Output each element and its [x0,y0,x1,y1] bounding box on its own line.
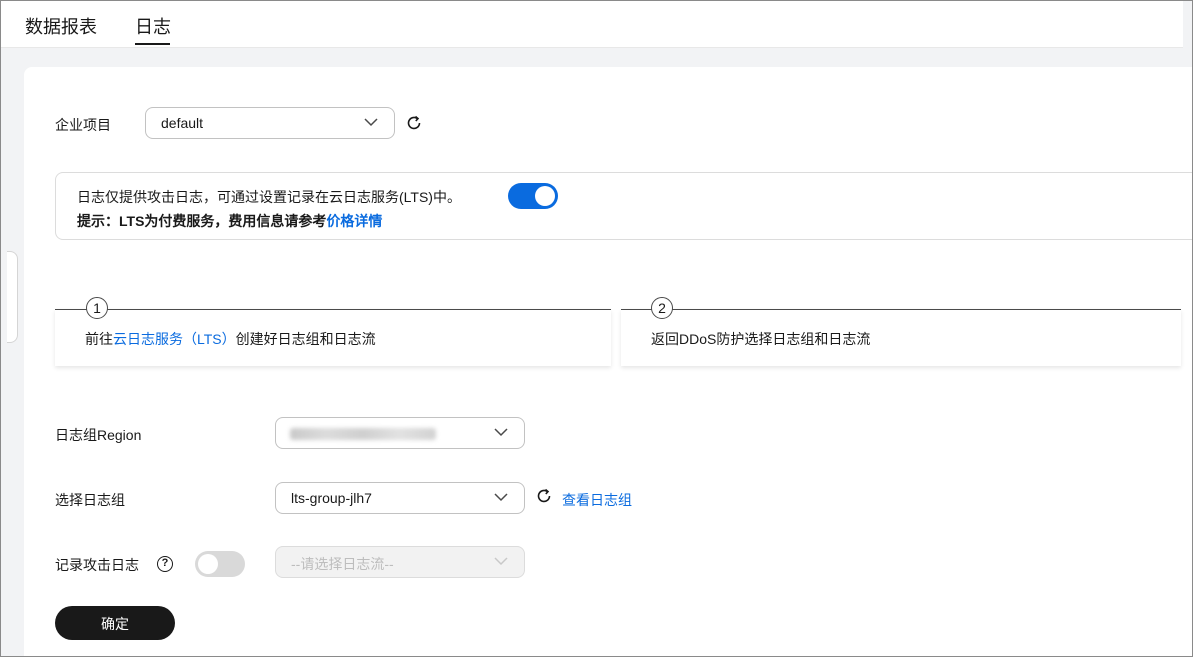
step-1-suffix: 创建好日志组和日志流 [235,331,376,347]
lts-enable-toggle[interactable] [508,183,558,209]
side-collapse-handle[interactable] [7,251,18,343]
step-2: 2 返回DDoS防护选择日志组和日志流 [621,297,1181,366]
tab-log[interactable]: 日志 [135,13,171,39]
step-line [55,309,611,310]
log-group-select[interactable]: lts-group-jlh7 [275,482,525,514]
toggle-knob [535,186,555,206]
log-group-value: lts-group-jlh7 [291,490,372,506]
log-group-label: 选择日志组 [55,492,125,508]
notice-tip-text: 提示：LTS为付费服务，费用信息请参考 [77,213,327,229]
step-line [621,309,1181,310]
region-label: 日志组Region [55,427,142,443]
chevron-down-icon [364,118,378,127]
step-number: 1 [86,297,108,319]
attack-log-toggle[interactable] [195,551,245,577]
notice-text: 日志仅提供攻击日志，可通过设置记录在云日志服务(LTS)中。 [77,189,461,205]
tab-bar: 数据报表 日志 [1,1,1183,48]
enterprise-project-value: default [161,115,204,131]
lts-notice-box: 日志仅提供攻击日志，可通过设置记录在云日志服务(LTS)中。 提示：LTS为付费… [55,172,1192,240]
window-frame: 数据报表 日志 企业项目 default 日志仅提供攻击日志，可通过设置记录在云… [0,0,1193,657]
tab-data-report[interactable]: 数据报表 [25,13,97,39]
help-icon[interactable]: ? [157,556,173,572]
notice-tip: 提示：LTS为付费服务，费用信息请参考价格详情 [77,211,382,231]
enterprise-project-label: 企业项目 [55,117,111,133]
chevron-down-icon [494,557,508,566]
active-tab-indicator [135,43,170,45]
log-settings-card: 企业项目 default 日志仅提供攻击日志，可通过设置记录在云日志服务(LTS… [24,67,1192,656]
chevron-down-icon [494,428,508,437]
attack-log-label: 记录攻击日志 [55,557,139,573]
step-1-text: 前往云日志服务（LTS）创建好日志组和日志流 [85,329,376,349]
step-number: 2 [651,297,673,319]
step-2-text: 返回DDoS防护选择日志组和日志流 [651,331,871,347]
refresh-icon[interactable] [405,114,423,132]
enterprise-project-select[interactable]: default [145,107,395,139]
toggle-knob [198,554,218,574]
log-stream-select[interactable]: --请选择日志流-- [275,546,525,578]
price-details-link[interactable]: 价格详情 [326,213,382,229]
chevron-down-icon [494,493,508,502]
region-value-redacted [290,428,436,440]
refresh-icon[interactable] [535,487,553,505]
log-stream-placeholder: --请选择日志流-- [291,556,394,572]
region-select[interactable] [275,417,525,449]
lts-service-link[interactable]: 云日志服务（LTS） [113,331,236,347]
confirm-button[interactable]: 确定 [55,606,175,640]
view-log-group-link[interactable]: 查看日志组 [562,490,632,510]
step-1: 1 前往云日志服务（LTS）创建好日志组和日志流 [55,297,611,366]
step-1-prefix: 前往 [85,331,113,347]
